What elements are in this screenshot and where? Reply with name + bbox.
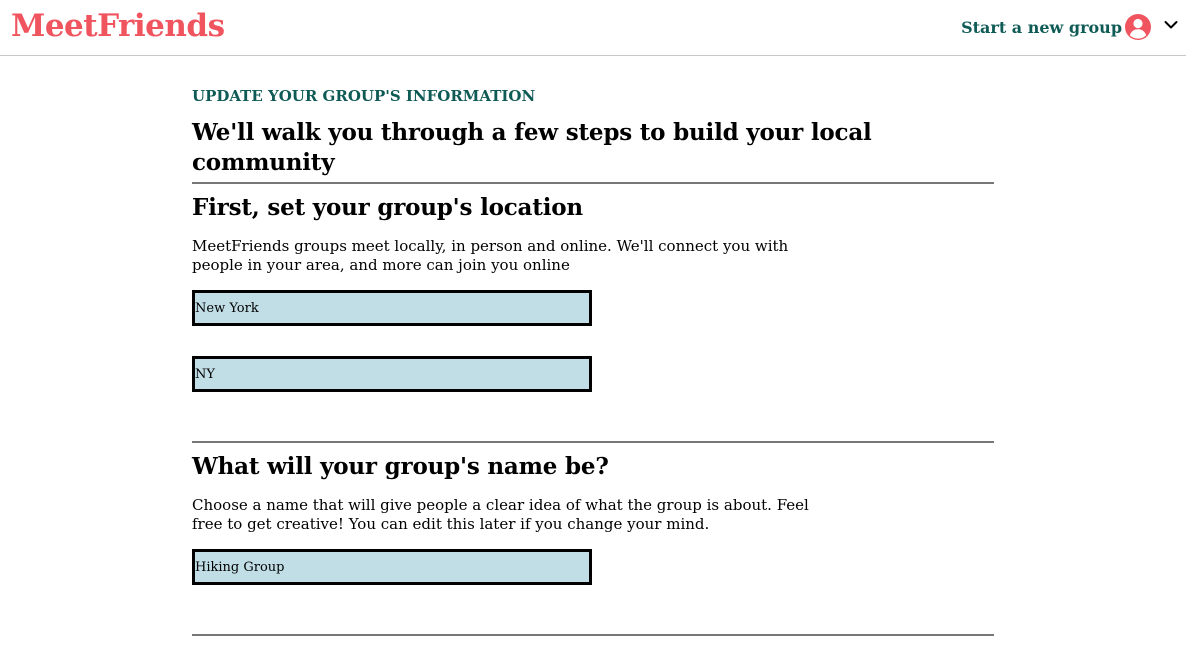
group-name-section-description: Choose a name that will give people a cl… <box>192 496 809 533</box>
city-input[interactable] <box>192 290 592 326</box>
site-logo[interactable]: MeetFriends <box>11 6 225 46</box>
start-new-group-link[interactable]: Start a new group <box>961 18 1122 37</box>
location-section-title: First, set your group's location <box>192 194 583 221</box>
section-divider <box>192 182 994 184</box>
top-navigation-bar: MeetFriends Start a new group <box>0 0 1186 56</box>
user-avatar-icon[interactable] <box>1124 13 1152 41</box>
chevron-down-icon[interactable] <box>1164 17 1178 31</box>
user-nav: Start a new group <box>961 11 1178 43</box>
page-title: We'll walk you through a few steps to bu… <box>192 119 872 176</box>
state-input[interactable] <box>192 356 592 392</box>
page-kicker: UPDATE YOUR GROUP'S INFORMATION <box>192 87 536 105</box>
location-section-description: MeetFriends groups meet locally, in pers… <box>192 237 789 274</box>
section-divider <box>192 634 994 636</box>
group-name-section-title: What will your group's name be? <box>192 453 609 480</box>
group-name-input[interactable] <box>192 549 592 585</box>
section-divider <box>192 441 994 443</box>
